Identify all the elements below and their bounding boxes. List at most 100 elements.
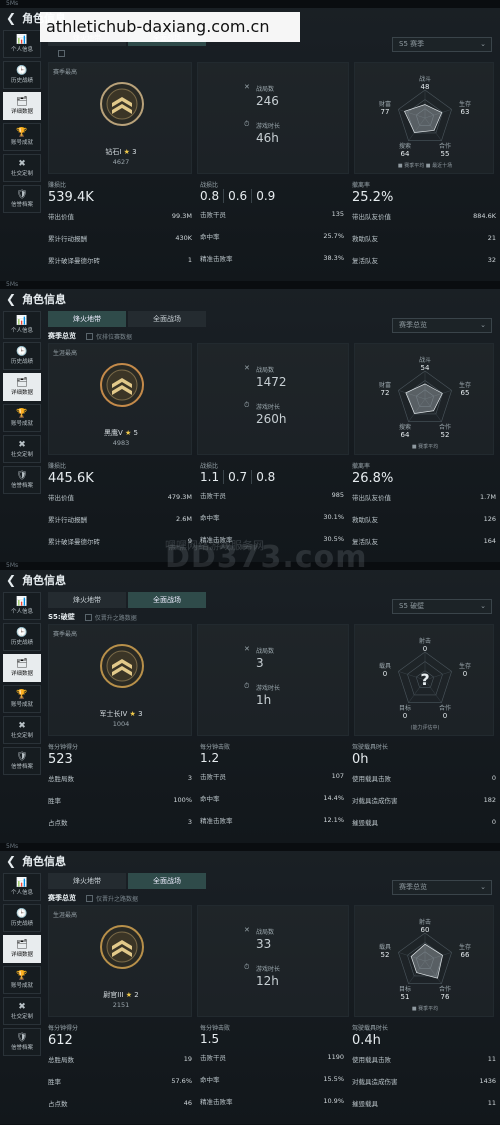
history-icon: 🕒 [16, 909, 28, 919]
sidebar-item-history[interactable]: 🕒 历史战绩 [3, 623, 41, 651]
ability-radar-card: 射击 60 生存 66 合作 76 目标 51 载具 52 ■ 赛季平均 [354, 905, 494, 1017]
stat-row: 命中率 15.5% [200, 1068, 344, 1090]
stat-value: 884.6K [473, 212, 496, 220]
stat-row: 使用载具击败 0 [352, 767, 496, 789]
sidebar-item-achievement[interactable]: 🏆 账号成就 [3, 685, 41, 713]
sidebar-item-achievement[interactable]: 🏆 账号成就 [3, 123, 41, 151]
sidebar-item-reputation[interactable]: 🛡 信誉档案 [3, 1028, 41, 1056]
back-arrow-icon[interactable]: ❮ [6, 573, 16, 587]
sidebar-item-social[interactable]: ✖ 社交定制 [3, 154, 41, 182]
kd-values: 1.2 [200, 751, 344, 765]
sidebar-item-social[interactable]: ✖ 社交定制 [3, 716, 41, 744]
stat-row: 精准击败率 10.9% [200, 1090, 344, 1112]
filter-checkbox[interactable] [86, 332, 93, 340]
sidebar-item-social[interactable]: ✖ 社交定制 [3, 435, 41, 463]
filter-checkbox[interactable] [86, 894, 93, 902]
matches-icon: ✕ [244, 926, 250, 934]
stats-column-1: 每分钟得分 612 总胜局数 19 胜率 57.6% 占点数 46 [48, 1023, 192, 1115]
sidebar-item-profile[interactable]: 📊 个人信息 [3, 30, 41, 58]
stat-row: 使用载具击败 11 [352, 1048, 496, 1070]
ability-radar-card: 战斗 48 生存 63 合作 55 搜索 64 财富 77 ■ 赛季平均 ■ 最近十场 [354, 62, 494, 174]
rank-stars: 3 [138, 710, 143, 718]
radar-legend: ■ 赛季平均 ■ 最近十场 [397, 163, 453, 169]
back-arrow-icon[interactable]: ❮ [6, 854, 16, 868]
stat-value: 2.6M [176, 515, 192, 523]
filter-row: S5:破壁 仅晋升之路数据 [48, 612, 137, 622]
season-best-label: 赛季最高 [53, 69, 78, 76]
sidebar-item-profile[interactable]: 📊 个人信息 [3, 873, 41, 901]
stat-label: 摧毁载具 [352, 819, 378, 827]
radar-value-top: 60 [421, 926, 430, 934]
status-bar: 5Ms [0, 0, 500, 8]
profile-icon: 📊 [16, 597, 28, 607]
sidebar-item-label: 社交定制 [10, 452, 33, 458]
sidebar-item-label: 详细数据 [10, 671, 33, 677]
season-dropdown[interactable]: S5 破壁 ⌄ [392, 599, 492, 614]
sidebar-item-reputation[interactable]: 🛡 信誉档案 [3, 747, 41, 775]
sidebar-item-details[interactable]: 🗂 详细数据 [3, 654, 41, 682]
sidebar-item-details[interactable]: 🗂 详细数据 [3, 935, 41, 963]
rank-badge-icon [100, 925, 144, 969]
achievement-icon: 🏆 [16, 690, 28, 700]
stat-label: 带出价值 [48, 213, 74, 221]
season-dropdown[interactable]: 赛季总览 ⌄ [392, 880, 492, 895]
sidebar-item-history[interactable]: 🕒 历史战绩 [3, 61, 41, 89]
filter-row: 赛季总览 仅晋升之路数据 [48, 893, 138, 903]
sidebar-item-achievement[interactable]: 🏆 账号成就 [3, 404, 41, 432]
stat-label: 带出队友价值 [352, 494, 391, 502]
social-icon: ✖ [18, 159, 26, 169]
sidebar-item-social[interactable]: ✖ 社交定制 [3, 997, 41, 1025]
stat-row: 累计破译曼德尔砖 1 [48, 249, 192, 271]
stat-head-label: 战损比 [200, 463, 219, 470]
stat-row: 带出价值 99.3M [48, 205, 192, 227]
sidebar-item-achievement[interactable]: 🏆 账号成就 [3, 966, 41, 994]
matches-label: 战局数 [256, 367, 275, 374]
tab-extraction[interactable]: 烽火地带 [48, 873, 126, 889]
sidebar-item-label: 个人信息 [10, 47, 33, 53]
stat-value: 25.7% [323, 232, 344, 240]
radar-value-lb: 0 [403, 712, 407, 720]
stat-row: 带出队友价值 1.7M [352, 486, 496, 508]
sidebar-item-reputation[interactable]: 🛡 信誉档案 [3, 466, 41, 494]
radar-label-right: 生存 [459, 662, 471, 670]
back-arrow-icon[interactable]: ❮ [6, 292, 16, 306]
stat-value: 12.1% [323, 816, 344, 824]
stat-value: 135 [331, 210, 344, 218]
filter-checkbox[interactable] [58, 50, 65, 57]
stat-label: 使用载具击败 [352, 1056, 391, 1064]
stat-row: 命中率 14.4% [200, 787, 344, 809]
clock-icon: ⏱ [244, 120, 250, 128]
stat-value: 1436 [479, 1077, 496, 1085]
sidebar: 📊 个人信息 🕒 历史战绩 🗂 详细数据 🏆 账号成就 ✖ 社交定制 🛡 信誉档… [3, 592, 41, 778]
stat-value: 1190 [327, 1053, 344, 1061]
tab-extraction[interactable]: 烽火地带 [48, 311, 126, 327]
reputation-icon: 🛡 [16, 752, 28, 762]
radar-value-lb: 64 [401, 150, 410, 158]
season-dropdown[interactable]: 赛季总览 ⌄ [392, 318, 492, 333]
sidebar-item-history[interactable]: 🕒 历史战绩 [3, 904, 41, 932]
sidebar-item-reputation[interactable]: 🛡 信誉档案 [3, 185, 41, 213]
sidebar-item-details[interactable]: 🗂 详细数据 [3, 373, 41, 401]
back-arrow-icon[interactable]: ❮ [6, 11, 16, 25]
kd-values: 1.5 [200, 1032, 344, 1046]
role-info-panel: 5Ms ❮ 角色信息 📊 个人信息 🕒 历史战绩 🗂 详细数据 🏆 账号成就 ✖… [0, 281, 500, 562]
sidebar-item-history[interactable]: 🕒 历史战绩 [3, 342, 41, 370]
tab-battlefield[interactable]: 全面战场 [128, 311, 206, 327]
radar-label-left: 载具 [379, 662, 391, 670]
playtime-label: 游戏时长 [256, 966, 281, 973]
sidebar-item-label: 详细数据 [10, 109, 33, 115]
filter-checkbox[interactable] [84, 613, 92, 621]
radar-value-rb: 76 [441, 993, 450, 1001]
sidebar-item-profile[interactable]: 📊 个人信息 [3, 311, 41, 339]
sidebar-item-label: 信誉档案 [10, 202, 33, 208]
sidebar-item-profile[interactable]: 📊 个人信息 [3, 592, 41, 620]
season-dropdown[interactable]: S5 赛季 ⌄ [392, 37, 492, 52]
tab-extraction[interactable]: 烽火地带 [48, 592, 126, 608]
tab-battlefield[interactable]: 全面战场 [128, 592, 206, 608]
sidebar-item-details[interactable]: 🗂 详细数据 [3, 92, 41, 120]
stat-row: 复活队友 164 [352, 530, 496, 552]
radar-value-lb: 51 [401, 993, 410, 1001]
star-icon: ★ [125, 991, 132, 999]
tab-battlefield[interactable]: 全面战场 [128, 873, 206, 889]
matches-value: 246 [256, 94, 279, 108]
